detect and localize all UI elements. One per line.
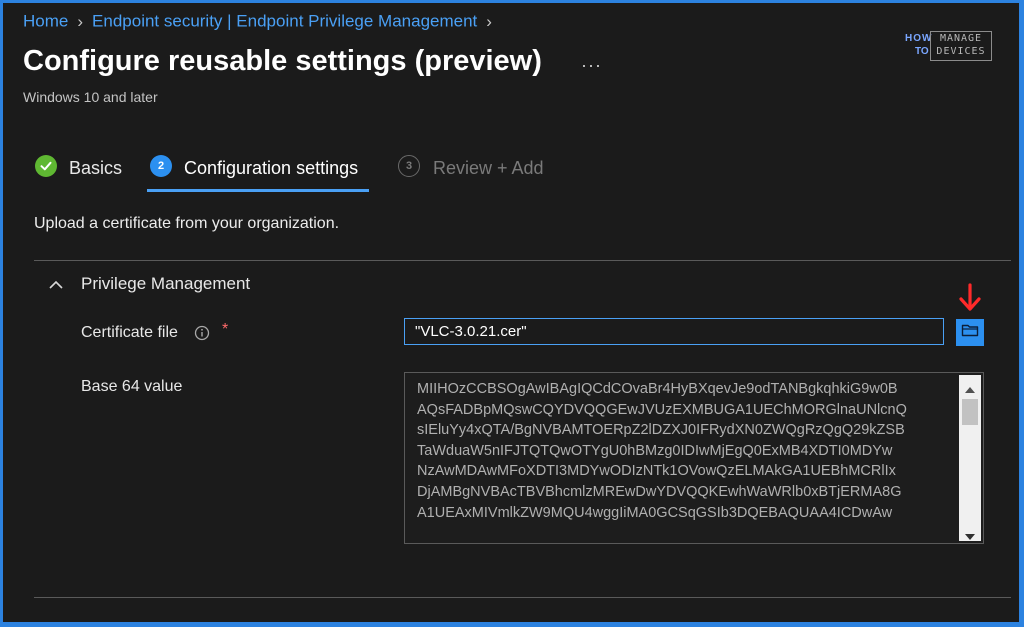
logo-box: MANAGE DEVICES — [930, 31, 992, 61]
chevron-right-icon: › — [77, 11, 84, 31]
certificate-file-input[interactable]: "VLC-3.0.21.cer" — [404, 318, 944, 345]
step-3-number-icon: 3 — [398, 155, 420, 177]
active-step-underline — [147, 189, 369, 192]
section-privilege-management-header[interactable]: Privilege Management — [81, 274, 250, 294]
browse-file-button[interactable] — [956, 319, 984, 346]
logo-how-text: HOW — [905, 33, 933, 44]
base64-line: TaWduaW5nIFJTQTQwOTYgU0hBMzg0IDIwMjEgQ0E… — [417, 442, 893, 459]
how-to-manage-devices-logo: HOW TO MANAGE DEVICES — [905, 29, 995, 63]
page-subtitle: Windows 10 and later — [23, 89, 158, 105]
vertical-scrollbar[interactable] — [959, 375, 981, 541]
chevron-right-icon: › — [486, 11, 492, 31]
base64-line: MIIHOzCCBSOgAwIBAgIQCdCOvaBr4HyBXqevJe9o… — [417, 381, 898, 397]
base64-value-label: Base 64 value — [81, 378, 183, 395]
page-title: Configure reusable settings (preview) — [23, 45, 542, 77]
scrollbar-thumb[interactable] — [962, 399, 978, 425]
folder-icon — [961, 323, 979, 342]
scroll-down-icon[interactable] — [965, 528, 975, 546]
step-review-add-tab[interactable]: Review + Add — [433, 158, 544, 179]
required-indicator: * — [222, 321, 229, 338]
divider — [34, 597, 1011, 598]
base64-line: A1UEAxMIVmlkZW9MQU4wggIiMA0GCSqGSIb3DQEB… — [417, 504, 893, 521]
logo-devices-text: DEVICES — [936, 46, 986, 57]
divider — [34, 260, 1011, 261]
breadcrumb: Home › Endpoint security | Endpoint Privil… — [23, 11, 501, 32]
breadcrumb-endpoint-security-link[interactable]: Endpoint security | Endpoint Privilege M… — [92, 12, 477, 31]
arrow-down-icon — [958, 283, 982, 318]
base64-text: MIIHOzCCBSOgAwIBAgIQCdCOvaBr4HyBXqevJe9o… — [417, 379, 957, 523]
base64-line: AQsFADBpMQswCQYDVQQGEwJVUzEXMBUGA1UEChMO… — [417, 401, 907, 418]
logo-manage-text: MANAGE — [939, 33, 983, 44]
portal-frame: Home › Endpoint security | Endpoint Privil… — [3, 3, 1019, 622]
page-description: Upload a certificate from your organizat… — [34, 215, 340, 232]
scroll-up-icon[interactable] — [965, 380, 975, 398]
base64-line: DjAMBgNVBAcTBVBhcmlzMREwDwYDVQQKEwhWaWRl… — [417, 483, 902, 500]
breadcrumb-home-link[interactable]: Home — [23, 12, 68, 31]
step-configuration-settings-tab[interactable]: Configuration settings — [184, 158, 358, 179]
base64-line: sIEluYy4xQTA/BgNVBAMTOERpZ2lDZXJ0IFRydXN… — [417, 422, 905, 439]
step-2-number-icon: 2 — [150, 155, 172, 177]
checkmark-icon — [35, 155, 57, 177]
logo-to-text: TO — [915, 46, 929, 57]
base64-line: NzAwMDAwMFoXDTI3MDYwODIzNTk1OVowQzELMAkG… — [417, 463, 896, 480]
certificate-file-label: Certificate file — [81, 324, 178, 341]
step-basics-tab[interactable]: Basics — [69, 158, 122, 179]
base64-value-textarea[interactable]: MIIHOzCCBSOgAwIBAgIQCdCOvaBr4HyBXqevJe9o… — [404, 372, 984, 544]
info-icon[interactable] — [194, 325, 210, 346]
chevron-up-icon[interactable] — [48, 278, 64, 296]
more-options-button[interactable]: ··· — [581, 55, 602, 76]
